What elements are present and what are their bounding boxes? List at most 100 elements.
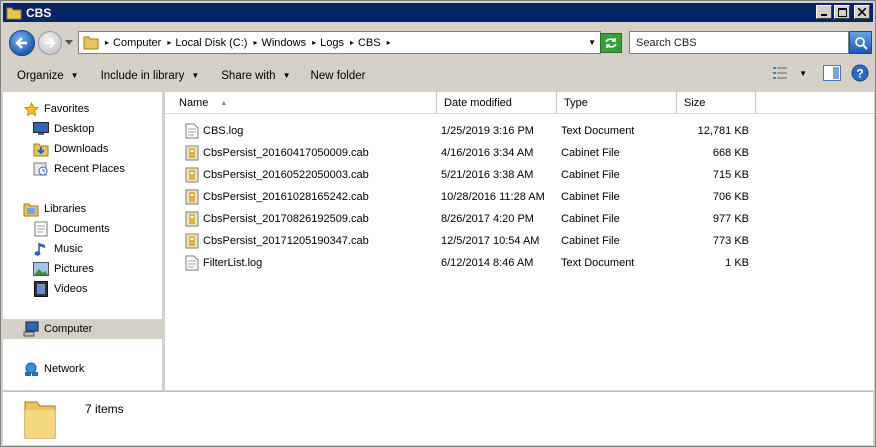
- cabinet-file-icon: [185, 211, 199, 227]
- nav-favorites[interactable]: Favorites: [3, 99, 163, 119]
- nav-libraries-label: Libraries: [44, 203, 87, 215]
- breadcrumb-computer[interactable]: Computer ▸: [113, 32, 175, 53]
- file-type: Text Document: [561, 257, 635, 269]
- nav-documents-label: Documents: [54, 223, 110, 235]
- recent-places-icon: [33, 161, 49, 177]
- close-button[interactable]: [854, 5, 870, 19]
- file-row[interactable]: CbsPersist_20160522050003.cab 5/21/2016 …: [165, 164, 874, 186]
- new-folder-label: New folder: [310, 69, 366, 82]
- nav-music-label: Music: [54, 243, 83, 255]
- nav-music[interactable]: Music: [3, 239, 163, 259]
- refresh-icon: [605, 38, 617, 48]
- nav-desktop-label: Desktop: [54, 123, 95, 135]
- file-type: Cabinet File: [561, 213, 620, 225]
- forward-arrow-icon: [45, 38, 56, 48]
- nav-recent-places[interactable]: Recent Places: [3, 159, 163, 179]
- nav-computer-label: Computer: [44, 323, 93, 335]
- chevron-down-icon: [65, 39, 73, 45]
- nav-documents[interactable]: Documents: [3, 219, 163, 239]
- nav-downloads[interactable]: Downloads: [3, 139, 163, 159]
- refresh-button[interactable]: [600, 33, 622, 53]
- organize-button[interactable]: Organize ▼: [9, 64, 87, 87]
- column-name-label: Name: [179, 97, 209, 109]
- nav-libraries[interactable]: Libraries: [3, 199, 163, 219]
- folder-icon: [6, 7, 22, 19]
- breadcrumb-local-disk[interactable]: Local Disk (C:) ▸: [175, 32, 261, 53]
- downloads-icon: [33, 141, 49, 157]
- column-type-label: Type: [564, 97, 588, 109]
- column-size-label: Size: [684, 97, 706, 109]
- new-folder-button[interactable]: New folder: [303, 64, 374, 87]
- file-name: CBS.log: [203, 125, 244, 137]
- change-view-icon[interactable]: [773, 66, 789, 80]
- nav-videos-label: Videos: [54, 283, 88, 295]
- file-date: 4/16/2016 3:34 AM: [441, 147, 534, 159]
- file-type: Cabinet File: [561, 235, 620, 247]
- breadcrumb-cbs[interactable]: CBS ▸: [358, 32, 395, 53]
- file-name: FilterList.log: [203, 257, 263, 269]
- nav-computer[interactable]: Computer: [3, 319, 163, 339]
- search-icon: [854, 36, 868, 50]
- computer-icon: [23, 321, 39, 337]
- title-bar[interactable]: CBS: [3, 3, 873, 22]
- nav-videos[interactable]: Videos: [3, 279, 163, 299]
- file-size: 706 KB: [712, 191, 749, 203]
- music-icon: [33, 241, 49, 257]
- recent-pages-dropdown[interactable]: [64, 37, 74, 47]
- desktop-icon: [33, 121, 49, 137]
- back-button[interactable]: [9, 30, 35, 56]
- column-date-label: Date modified: [444, 97, 512, 109]
- file-type: Cabinet File: [561, 147, 620, 159]
- column-header-date[interactable]: Date modified: [437, 92, 557, 114]
- cabinet-file-icon: [185, 189, 199, 205]
- file-row[interactable]: CbsPersist_20160417050009.cab 4/16/2016 …: [165, 142, 874, 164]
- file-type: Cabinet File: [561, 169, 620, 181]
- file-date: 6/12/2014 8:46 AM: [441, 257, 534, 269]
- nav-desktop[interactable]: Desktop: [3, 119, 163, 139]
- breadcrumb-windows[interactable]: Windows ▸: [261, 32, 320, 53]
- preview-pane-icon[interactable]: [823, 65, 841, 81]
- cabinet-file-icon: [185, 167, 199, 183]
- nav-network-label: Network: [44, 363, 85, 375]
- file-row[interactable]: CBS.log 1/25/2019 3:16 PM Text Document …: [165, 120, 874, 142]
- file-size: 12,781 KB: [697, 125, 749, 137]
- libraries-icon: [23, 201, 39, 217]
- address-input[interactable]: ▸ Computer ▸ Local Disk (C:) ▸ Windows ▸ Lo…: [78, 31, 601, 54]
- column-header-name[interactable]: Name ▲: [172, 92, 437, 114]
- search-input[interactable]: Search CBS: [629, 31, 849, 54]
- file-date: 5/21/2016 3:38 AM: [441, 169, 534, 181]
- file-date: 8/26/2017 4:20 PM: [441, 213, 534, 225]
- window-title: CBS: [26, 5, 52, 20]
- file-size: 773 KB: [712, 235, 749, 247]
- star-icon: [23, 101, 39, 117]
- maximize-button[interactable]: [834, 5, 850, 19]
- file-row[interactable]: FilterList.log 6/12/2014 8:46 AM Text Do…: [165, 252, 874, 274]
- breadcrumb-root-arrow[interactable]: ▸: [99, 32, 113, 53]
- file-row[interactable]: CbsPersist_20161028165242.cab 10/28/2016…: [165, 186, 874, 208]
- help-icon[interactable]: ?: [851, 64, 869, 82]
- view-options-dropdown[interactable]: ▼: [799, 69, 807, 78]
- column-header-size[interactable]: Size: [677, 92, 756, 114]
- text-file-icon: [185, 123, 199, 139]
- minimize-button[interactable]: [816, 5, 832, 19]
- file-name: CbsPersist_20160417050009.cab: [203, 147, 369, 159]
- nav-pictures[interactable]: Pictures: [3, 259, 163, 279]
- include-in-library-button[interactable]: Include in library ▼: [93, 64, 208, 87]
- navigation-pane: Favorites Desktop Downloads Recent Place…: [3, 92, 163, 390]
- file-name: CbsPersist_20171205190347.cab: [203, 235, 369, 247]
- file-row[interactable]: CbsPersist_20171205190347.cab 12/5/2017 …: [165, 230, 874, 252]
- network-icon: [23, 361, 39, 377]
- file-name: CbsPersist_20161028165242.cab: [203, 191, 369, 203]
- nav-network[interactable]: Network: [3, 359, 163, 379]
- share-with-button[interactable]: Share with ▼: [213, 64, 298, 87]
- address-history-dropdown[interactable]: ▼: [588, 38, 596, 47]
- file-size: 715 KB: [712, 169, 749, 181]
- file-row[interactable]: CbsPersist_20170826192509.cab 8/26/2017 …: [165, 208, 874, 230]
- breadcrumb-logs[interactable]: Logs ▸: [320, 32, 358, 53]
- column-header-type[interactable]: Type: [557, 92, 677, 114]
- explorer-window: CBS ▸ Computer ▸ Local Disk (C:) ▸ Windo…: [0, 0, 876, 447]
- sort-ascending-icon: ▲: [220, 99, 228, 107]
- search-placeholder: Search CBS: [636, 36, 697, 49]
- forward-button[interactable]: [38, 31, 62, 55]
- search-button[interactable]: [849, 31, 872, 54]
